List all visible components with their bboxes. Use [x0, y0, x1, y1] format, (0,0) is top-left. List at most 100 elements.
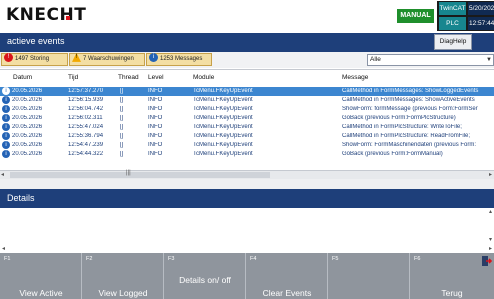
table-row[interactable]: i 20.05.2026 12:56:02.311 [] INFO TcMenu…: [0, 114, 494, 123]
cell-datum: 20.05.2026: [12, 106, 43, 112]
cell-level: INFO: [148, 151, 163, 157]
cell-module: TcMenu.FKeyUpEvent: [193, 88, 253, 94]
cell-level: INFO: [148, 133, 163, 139]
cell-message: CallMethod in FormPlcStructure: WriteToF…: [342, 124, 462, 130]
cell-level: INFO: [148, 124, 163, 130]
info-icon: i: [2, 114, 10, 122]
cell-datum: 20.05.2026: [12, 115, 43, 121]
f4-clear-events-button[interactable]: F4 Clear Events: [246, 253, 328, 299]
table-horizontal-scrollbar[interactable]: ◂ ||| ▸: [0, 170, 494, 179]
info-icon: i: [149, 52, 158, 62]
time-display: 12:57:44: [468, 17, 494, 30]
table-row[interactable]: i 20.05.2026 12:56:04.742 [] INFO TcMenu…: [0, 105, 494, 114]
f2-key-number: F2: [86, 256, 93, 262]
cell-module: TcMenu.FKeyUpEvent: [193, 142, 253, 148]
scroll-up-icon[interactable]: ▴: [489, 208, 492, 215]
table-row[interactable]: i 20.05.2026 12:54:44.322 [] INFO TcMenu…: [0, 150, 494, 159]
cell-message: ShowForm: FormMaschinendaten (previous F…: [342, 142, 477, 148]
column-header-datum[interactable]: Datum: [13, 74, 32, 81]
column-header-module[interactable]: Module: [193, 74, 214, 81]
table-row[interactable]: i 20.05.2026 12:57:37.270 [] INFO TcMenu…: [0, 87, 494, 96]
logo-red-dot: [66, 16, 70, 20]
f3-key-number: F3: [168, 256, 175, 262]
twincat-status: TwinCAT: [439, 2, 466, 15]
details-title-bar: Details: [0, 189, 494, 208]
table-row[interactable]: i 20.05.2026 12:54:47.239 [] INFO TcMenu…: [0, 141, 494, 150]
filter-storing-button[interactable]: ! 1497 Storing: [1, 52, 68, 66]
column-header-tijd[interactable]: Tijd: [68, 74, 78, 81]
cell-tijd: 12:56:04.742: [68, 106, 104, 112]
error-icon: !: [4, 52, 13, 62]
cell-tijd: 12:54:44.322: [68, 151, 104, 157]
events-table: Datum Tijd Thread Level Module Message i…: [0, 69, 494, 170]
column-header-message[interactable]: Message: [342, 74, 368, 81]
cell-tijd: 12:56:15.939: [68, 97, 104, 103]
knecht-logo: KNECHT: [6, 5, 87, 25]
mode-indicator: MANUAL: [397, 9, 434, 23]
filter-storing-label: 1497 Storing: [15, 56, 50, 62]
cell-thread: []: [120, 88, 124, 94]
date-display: 5/20/2026: [468, 2, 494, 15]
filter-warning-button[interactable]: ! 7 Waarschuwingen: [69, 52, 145, 66]
cell-thread: []: [120, 151, 124, 157]
cell-tijd: 12:57:37.270: [68, 88, 104, 94]
f5-button[interactable]: F5: [328, 253, 410, 299]
f3-details-toggle-button[interactable]: F3 Details on/ off: [164, 253, 246, 299]
cell-module: TcMenu.FKeyUpEvent: [193, 106, 253, 112]
cell-tijd: 12:55:47.024: [68, 124, 104, 130]
diaghelp-button[interactable]: DiagHelp: [434, 34, 472, 50]
cell-level: INFO: [148, 142, 163, 148]
cell-message: CallMethod in FormPlcStructure: ReadFrom…: [342, 133, 471, 139]
event-filter-select[interactable]: Alle ▼: [367, 54, 494, 66]
cell-tijd: 12:55:36.794: [68, 133, 104, 139]
exit-arrow-icon[interactable]: [480, 255, 492, 267]
scroll-left-icon[interactable]: ◂: [1, 171, 4, 178]
f4-key-number: F4: [250, 256, 257, 262]
details-title: Details: [7, 193, 35, 203]
filter-messages-label: 1253 Messages: [160, 56, 203, 62]
cell-datum: 20.05.2026: [12, 133, 43, 139]
cell-level: INFO: [148, 88, 163, 94]
scroll-right-icon[interactable]: ▸: [489, 171, 492, 178]
info-icon: i: [2, 132, 10, 140]
cell-tijd: 12:54:47.239: [68, 142, 104, 148]
column-header-level[interactable]: Level: [148, 74, 164, 81]
f3-label: Details on/ off: [179, 275, 231, 285]
f2-label: View Logged: [98, 288, 148, 298]
cell-message: GoBack (previous Form:FormManual): [342, 151, 443, 157]
info-icon: i: [2, 87, 10, 95]
details-panel: ▴ ▾ ◂ ▸: [0, 208, 494, 253]
scroll-right-icon[interactable]: ▸: [489, 245, 492, 252]
warning-icon: !: [72, 52, 81, 62]
chevron-down-icon: ▼: [486, 57, 492, 63]
cell-module: TcMenu.FKeyUpEvent: [193, 151, 253, 157]
f6-key-number: F6: [414, 256, 421, 262]
f1-key-number: F1: [4, 256, 11, 262]
table-row[interactable]: i 20.05.2026 12:55:47.024 [] INFO TcMenu…: [0, 123, 494, 132]
grip-icon: |||: [126, 170, 131, 176]
cell-module: TcMenu.FKeyUpEvent: [193, 97, 253, 103]
scroll-left-icon[interactable]: ◂: [2, 245, 5, 252]
cell-level: INFO: [148, 106, 163, 112]
info-icon: i: [2, 141, 10, 149]
table-row[interactable]: i 20.05.2026 12:55:36.794 [] INFO TcMenu…: [0, 132, 494, 141]
plc-status: PLC: [439, 17, 466, 30]
f2-view-logged-button[interactable]: F2 View Logged: [82, 253, 164, 299]
scroll-down-icon[interactable]: ▾: [489, 236, 492, 243]
events-title-bar: actieve events: [0, 33, 494, 52]
f1-view-active-button[interactable]: F1 View Active: [0, 253, 82, 299]
scrollbar-thumb[interactable]: |||: [10, 170, 270, 178]
column-header-thread[interactable]: Thread: [118, 74, 139, 81]
info-icon: i: [2, 123, 10, 131]
cell-thread: []: [120, 115, 124, 121]
cell-message: GoBack (previous Form:FormPlcStructure): [342, 115, 456, 121]
filter-messages-button[interactable]: i 1253 Messages: [146, 52, 212, 66]
cell-thread: []: [120, 124, 124, 130]
cell-datum: 20.05.2026: [12, 151, 43, 157]
page-title: actieve events: [7, 36, 65, 46]
filter-warning-label: 7 Waarschuwingen: [83, 56, 134, 62]
table-row[interactable]: i 20.05.2026 12:56:15.939 [] INFO TcMenu…: [0, 96, 494, 105]
divider: [0, 179, 494, 189]
cell-thread: []: [120, 133, 124, 139]
cell-thread: []: [120, 97, 124, 103]
